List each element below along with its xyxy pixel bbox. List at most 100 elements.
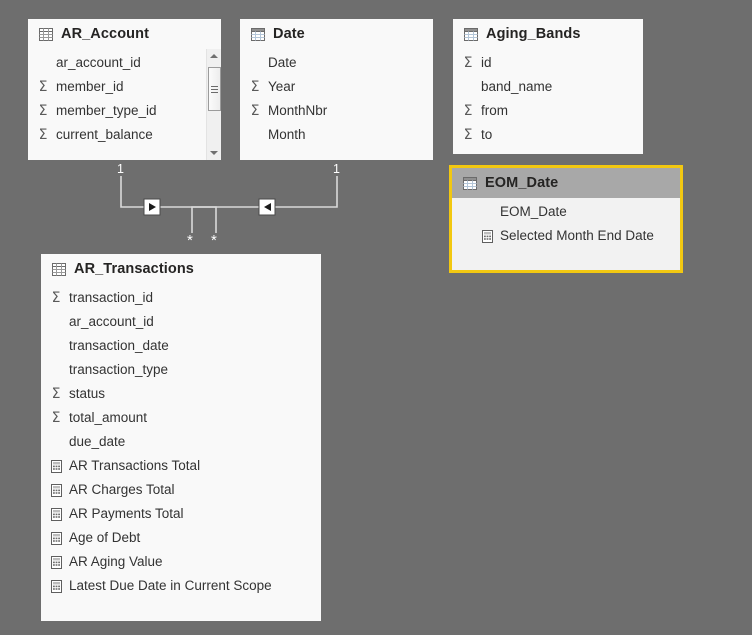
sigma-icon: Σ xyxy=(38,103,48,119)
field-label: id xyxy=(481,55,492,71)
field-row[interactable]: AR Transactions Total xyxy=(41,454,321,478)
field-label: member_type_id xyxy=(56,103,157,119)
field-row[interactable]: band_name xyxy=(453,75,643,99)
measure-icon xyxy=(49,579,63,593)
field-label: AR Charges Total xyxy=(69,482,175,498)
sigma-icon: Σ xyxy=(250,103,260,119)
field-label: due_date xyxy=(69,434,126,450)
sigma-icon: Σ xyxy=(463,103,473,119)
field-label: Latest Due Date in Current Scope xyxy=(69,578,272,594)
sigma-icon: Σ xyxy=(51,386,61,402)
table-card-ar-transactions[interactable]: AR_Transactions Σ transaction_id ar_acco… xyxy=(41,254,321,621)
sigma-icon: Σ xyxy=(51,290,61,306)
field-label: MonthNbr xyxy=(268,103,328,119)
date-table-icon xyxy=(251,27,265,41)
field-row[interactable]: EOM_Date xyxy=(452,200,680,224)
field-row[interactable]: Σ from xyxy=(453,99,643,123)
table-header-ar-transactions[interactable]: AR_Transactions xyxy=(41,254,321,284)
sigma-icon: Σ xyxy=(463,55,473,71)
measure-icon xyxy=(49,507,63,521)
field-row[interactable]: transaction_type xyxy=(41,358,321,382)
scroll-up-arrow[interactable] xyxy=(207,49,221,63)
field-row[interactable]: ar_account_id xyxy=(41,310,321,334)
field-label: transaction_date xyxy=(69,338,169,354)
scrollbar-thumb[interactable] xyxy=(208,67,221,111)
field-row[interactable]: Latest Due Date in Current Scope xyxy=(41,574,321,598)
table-card-date[interactable]: Date Date Σ Year Σ MonthNbr Month xyxy=(240,19,433,160)
field-row[interactable]: Σ MonthNbr xyxy=(240,99,433,123)
measure-icon xyxy=(49,459,63,473)
table-icon xyxy=(52,262,66,276)
table-icon xyxy=(39,27,53,41)
field-row[interactable]: Month xyxy=(240,123,433,147)
table-header-date[interactable]: Date xyxy=(240,19,433,49)
scrollbar-grip-icon xyxy=(211,85,218,93)
field-label: Month xyxy=(268,127,306,143)
field-label: AR Aging Value xyxy=(69,554,163,570)
field-label: member_id xyxy=(56,79,124,95)
table-name-label: AR_Account xyxy=(61,26,150,42)
field-row[interactable]: Selected Month End Date xyxy=(452,224,680,248)
field-label: current_balance xyxy=(56,127,153,143)
table-card-ar-account[interactable]: AR_Account ar_account_id Σ member_id Σ m… xyxy=(28,19,221,160)
sigma-icon: Σ xyxy=(463,127,473,143)
table-name-label: AR_Transactions xyxy=(74,261,194,277)
table-name-label: Date xyxy=(273,26,305,42)
date-table-icon xyxy=(463,176,477,190)
field-row[interactable]: AR Payments Total xyxy=(41,502,321,526)
field-row[interactable]: AR Charges Total xyxy=(41,478,321,502)
field-row[interactable]: Σ current_balance xyxy=(28,123,221,147)
field-label: AR Transactions Total xyxy=(69,458,201,474)
relationship-line-date-ar-transactions xyxy=(191,176,338,233)
field-row[interactable]: Age of Debt xyxy=(41,526,321,550)
field-label: status xyxy=(69,386,106,402)
field-row[interactable]: Σ status xyxy=(41,382,321,406)
field-label: Selected Month End Date xyxy=(500,228,654,244)
measure-icon xyxy=(49,555,63,569)
field-row[interactable]: Σ member_id xyxy=(28,75,221,99)
model-view-canvas[interactable]: 1 * 1 * AR_Account ar_account_id Σ membe… xyxy=(0,0,752,635)
cardinality-one-ar-account: 1 xyxy=(117,162,124,176)
field-label: ar_account_id xyxy=(56,55,141,71)
field-row[interactable]: transaction_date xyxy=(41,334,321,358)
field-row[interactable]: ar_account_id xyxy=(28,51,221,75)
field-label: AR Payments Total xyxy=(69,506,184,522)
sigma-icon: Σ xyxy=(250,79,260,95)
field-row[interactable]: Σ Year xyxy=(240,75,433,99)
table-fields-aging-bands: Σ id band_name Σ from Σ to xyxy=(453,49,643,147)
sigma-icon: Σ xyxy=(51,410,61,426)
table-fields-ar-account: ar_account_id Σ member_id Σ member_type_… xyxy=(28,49,221,160)
field-row[interactable]: Σ total_amount xyxy=(41,406,321,430)
measure-icon xyxy=(49,531,63,545)
field-label: transaction_type xyxy=(69,362,169,378)
field-row[interactable]: AR Aging Value xyxy=(41,550,321,574)
field-label: to xyxy=(481,127,493,143)
measure-icon xyxy=(480,229,494,243)
field-row[interactable]: Date xyxy=(240,51,433,75)
cardinality-many-ar-transactions-left: * xyxy=(211,232,217,249)
table-header-eom-date[interactable]: EOM_Date xyxy=(452,168,680,198)
field-label: Year xyxy=(268,79,296,95)
table-card-aging-bands[interactable]: Aging_Bands Σ id band_name Σ from Σ to xyxy=(453,19,643,154)
vertical-scrollbar[interactable] xyxy=(206,49,221,160)
table-name-label: EOM_Date xyxy=(485,175,559,191)
table-fields-ar-transactions: Σ transaction_id ar_account_id transacti… xyxy=(41,284,321,598)
sigma-icon: Σ xyxy=(38,79,48,95)
table-header-ar-account[interactable]: AR_Account xyxy=(28,19,221,49)
field-label: band_name xyxy=(481,79,553,95)
table-card-eom-date[interactable]: EOM_Date EOM_Date Selected Month End Dat… xyxy=(449,165,683,273)
measure-icon xyxy=(49,483,63,497)
field-row[interactable]: due_date xyxy=(41,430,321,454)
scroll-down-arrow[interactable] xyxy=(207,146,221,160)
field-label: transaction_id xyxy=(69,290,154,306)
field-row[interactable]: Σ transaction_id xyxy=(41,286,321,310)
field-label: ar_account_id xyxy=(69,314,154,330)
table-header-aging-bands[interactable]: Aging_Bands xyxy=(453,19,643,49)
field-row[interactable]: Σ to xyxy=(453,123,643,147)
table-name-label: Aging_Bands xyxy=(486,26,581,42)
table-fields-date: Date Σ Year Σ MonthNbr Month xyxy=(240,49,433,147)
field-label: total_amount xyxy=(69,410,148,426)
field-row-partial[interactable] xyxy=(28,147,221,160)
field-row[interactable]: Σ member_type_id xyxy=(28,99,221,123)
field-row[interactable]: Σ id xyxy=(453,51,643,75)
